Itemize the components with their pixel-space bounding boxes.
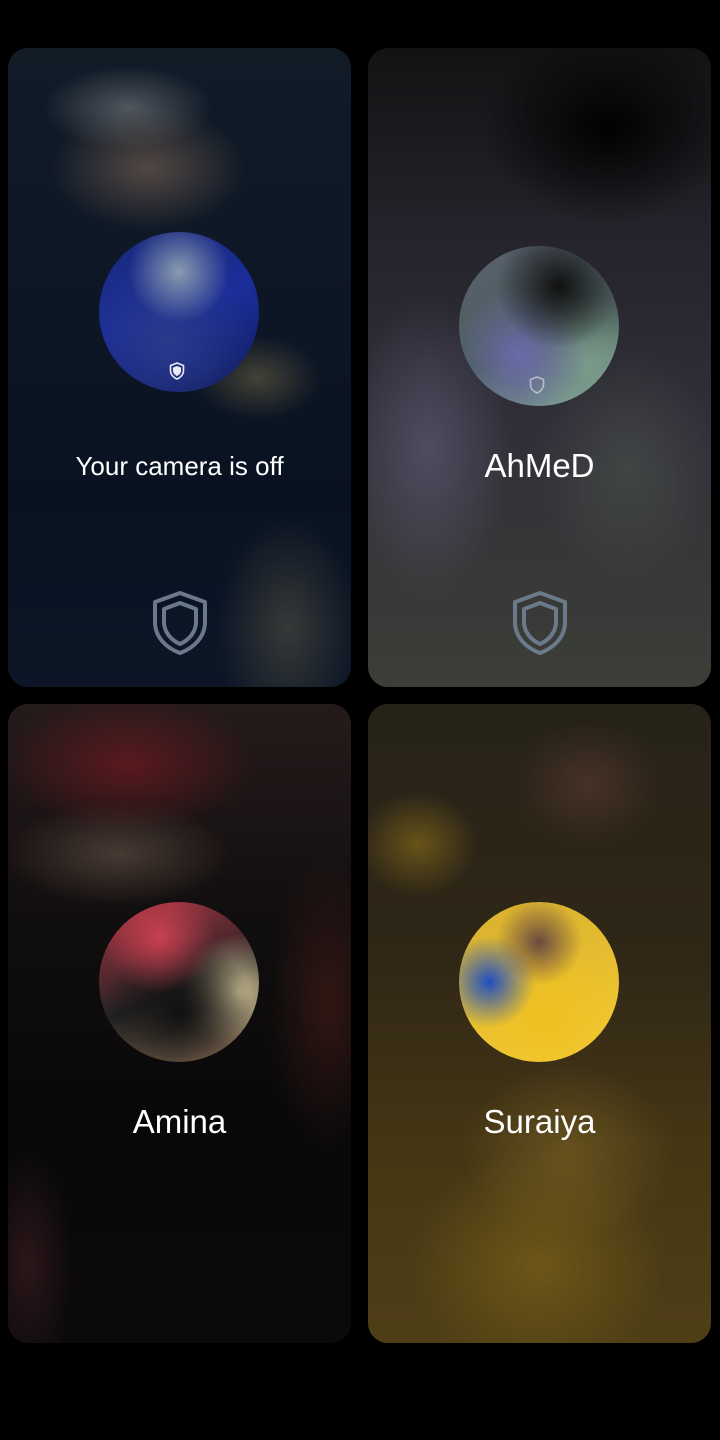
video-tile-participant[interactable]: Amina <box>8 704 351 1343</box>
camera-off-label: Your camera is off <box>75 451 284 481</box>
video-tile-participant[interactable]: AhMeD <box>368 48 711 687</box>
shield-icon <box>169 362 185 380</box>
video-tile-self[interactable]: Your camera is off <box>8 48 351 687</box>
participant-name: Suraiya <box>483 1103 596 1140</box>
avatar <box>99 902 259 1062</box>
group-call-screen: Your camera is off AhMeD Amina Suraiya <box>0 0 720 1440</box>
shield-icon <box>513 591 567 655</box>
participant-name: Amina <box>132 1103 227 1140</box>
participant-name: AhMeD <box>484 447 595 484</box>
shield-icon <box>529 376 545 394</box>
avatar <box>459 246 619 406</box>
video-tile-participant[interactable]: Suraiya <box>368 704 711 1343</box>
avatar <box>459 902 619 1062</box>
avatar <box>99 232 259 392</box>
shield-icon <box>153 591 207 655</box>
